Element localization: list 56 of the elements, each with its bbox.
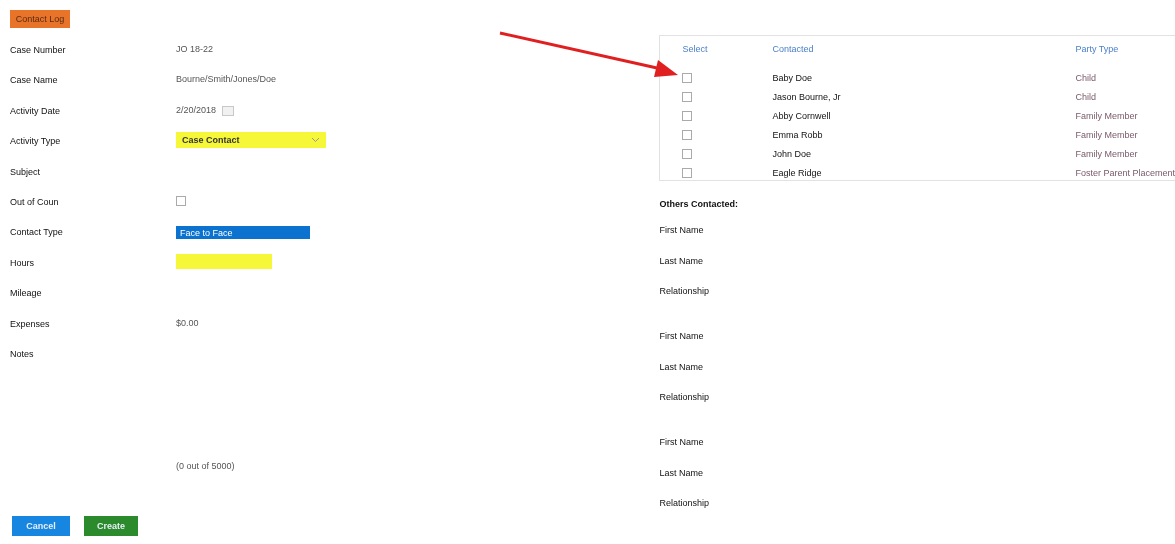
- field-label: First Name: [659, 331, 705, 343]
- column-header: Select: [681, 44, 709, 56]
- field-label: Mileage: [10, 288, 43, 299]
- table-cell: Child: [1075, 72, 1096, 83]
- table-cell: Child: [1075, 91, 1096, 102]
- contact-type-option[interactable]: Face to Face: [176, 226, 310, 240]
- row-checkbox[interactable]: [682, 72, 693, 83]
- field-label: First Name: [659, 437, 705, 449]
- table-cell: Family Member: [1075, 129, 1138, 140]
- row-checkbox[interactable]: [682, 91, 693, 102]
- table-cell-text: Eagle Ridge: [772, 167, 823, 178]
- field-label: Relationship: [659, 498, 710, 510]
- column-header: Contacted: [772, 44, 815, 56]
- field-label: Last Name: [659, 255, 704, 268]
- calendar-icon[interactable]: [222, 104, 235, 116]
- column-header: Party Type: [1075, 44, 1119, 56]
- table-cell: Family Member: [1075, 148, 1138, 159]
- field-value: JO 18-22: [176, 44, 214, 54]
- row-checkbox[interactable]: [682, 148, 693, 159]
- table-cell: Family Member: [1075, 110, 1138, 121]
- field-label: Contact Type: [10, 227, 64, 238]
- field-value: Bourne/Smith/Jones/Doe: [176, 74, 277, 85]
- hours-field[interactable]: [176, 253, 272, 269]
- table-cell-text: Abby Cornwell: [772, 110, 832, 121]
- field-label: Activity Date: [10, 105, 61, 116]
- field-label: Last Name: [659, 467, 704, 480]
- checkbox[interactable]: [176, 195, 186, 206]
- field-label: Hours: [10, 257, 35, 268]
- table-cell-text: John Doe: [772, 148, 812, 159]
- field-label: Case Number: [10, 45, 67, 55]
- field-value: $0.00: [176, 317, 199, 328]
- field-label: Relationship: [659, 392, 710, 404]
- row-checkbox[interactable]: [682, 129, 693, 140]
- row-checkbox[interactable]: [682, 110, 693, 121]
- table-cell-text: Jason Bourne, Jr: [772, 91, 842, 102]
- activity-type-dropdown[interactable]: Case Contact: [176, 132, 326, 149]
- create-button[interactable]: Create: [84, 515, 138, 536]
- character-counter: (0 out of 5000): [176, 460, 235, 473]
- contact-log-tab[interactable]: Contact Log: [10, 10, 70, 28]
- table-cell: Foster Parent Placement: [1075, 167, 1175, 178]
- table-cell-text: Baby Doe: [772, 72, 813, 83]
- field-label: Out of Coun: [10, 196, 60, 207]
- table-cell-text: Emma Robb: [772, 129, 824, 140]
- cancel-button[interactable]: Cancel: [12, 515, 70, 536]
- date-field[interactable]: 2/20/2018: [176, 105, 217, 116]
- field-label: Notes: [10, 348, 35, 359]
- field-label: Expenses: [10, 318, 51, 329]
- field-label: Relationship: [659, 286, 710, 298]
- field-label: Activity Type: [10, 136, 62, 147]
- field-label: Last Name: [659, 361, 704, 374]
- row-checkbox[interactable]: [682, 167, 693, 178]
- section-title: Others Contacted:: [659, 199, 739, 211]
- field-label: Subject: [10, 166, 42, 177]
- field-label: First Name: [659, 225, 705, 237]
- caret-icon: [311, 137, 320, 144]
- field-label: Case Name: [10, 75, 59, 86]
